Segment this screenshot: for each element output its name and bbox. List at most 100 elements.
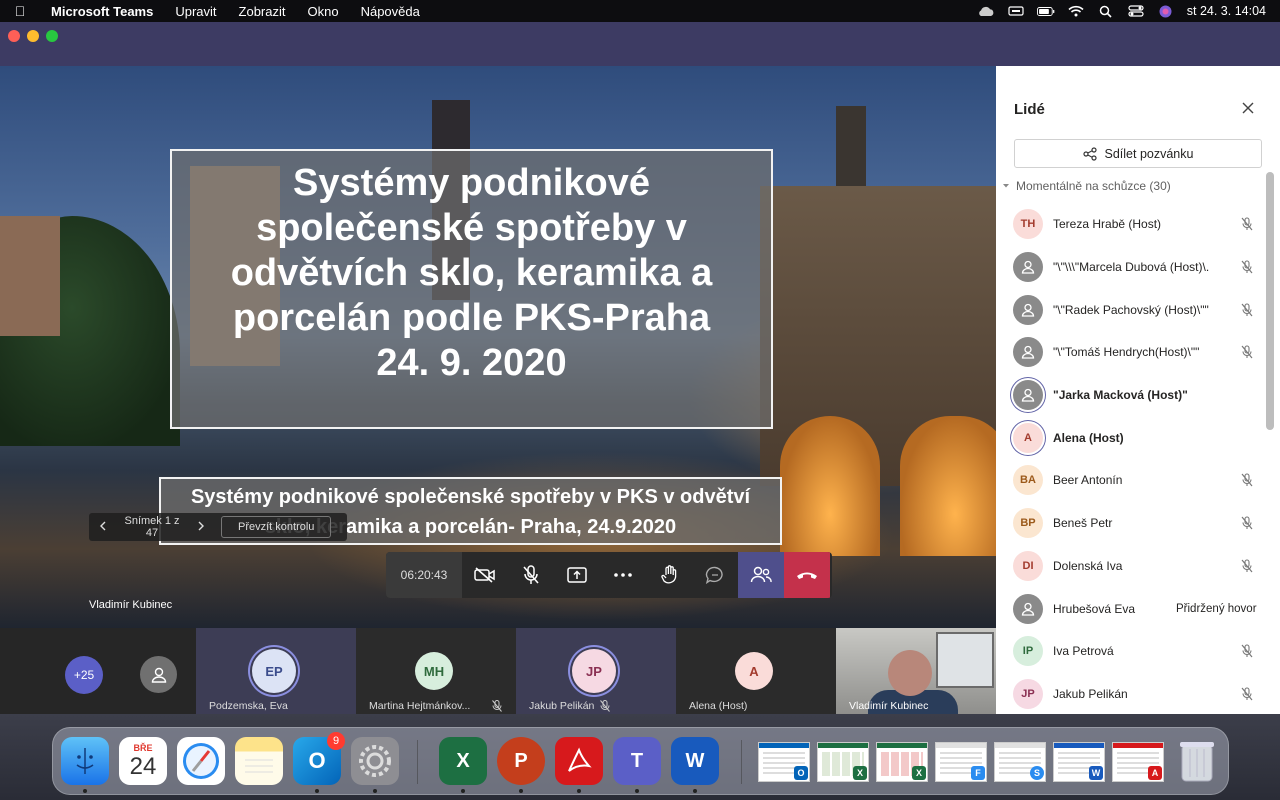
- minimized-window-thumbnail[interactable]: O: [758, 742, 810, 782]
- participant-tile[interactable]: A Alena (Host): [676, 628, 836, 714]
- participant-row[interactable]: Hrubešová Eva Přidržený hovor: [996, 587, 1266, 630]
- excel-icon[interactable]: X: [439, 737, 487, 785]
- participant-tile[interactable]: EP Podzemska, Eva: [196, 628, 356, 714]
- participant-row[interactable]: "\"Tomáš Hendrych(Host)\"": [996, 331, 1266, 374]
- generic-avatar[interactable]: [140, 656, 177, 693]
- acrobat-icon[interactable]: [555, 737, 603, 785]
- take-control-button[interactable]: Převzít kontrolu: [221, 516, 332, 538]
- menu-okno[interactable]: Okno: [297, 4, 350, 19]
- menu-upravit[interactable]: Upravit: [164, 4, 227, 19]
- show-participants-button[interactable]: [738, 552, 784, 598]
- search-icon[interactable]: [1097, 5, 1115, 18]
- minimized-window-thumbnail[interactable]: F: [935, 742, 987, 782]
- participant-row[interactable]: DI Dolenská Iva: [996, 545, 1266, 588]
- teams-title-bar: [0, 22, 1280, 66]
- excel-icon: X: [912, 766, 926, 780]
- participant-label: Martina Hejtmánkov...: [369, 700, 471, 712]
- trash-icon[interactable]: [1173, 737, 1221, 785]
- raise-hand-button[interactable]: [646, 552, 692, 598]
- share-icon: [1082, 146, 1097, 161]
- menu-napoveda[interactable]: Nápověda: [350, 4, 431, 19]
- more-participants-button[interactable]: +25: [65, 656, 103, 694]
- cloud-icon[interactable]: [977, 5, 995, 17]
- dock: BŘE 24 O 9 X P T W O X X F S W A: [52, 727, 1229, 795]
- calendar-day: 24: [129, 753, 157, 780]
- share-content-button[interactable]: [554, 552, 600, 598]
- running-indicator: [373, 789, 377, 793]
- participant-tile[interactable]: JP Jakub Pelikán: [516, 628, 676, 714]
- mic-off-icon: [1241, 473, 1253, 487]
- avatar: TH: [1013, 209, 1043, 240]
- zoom-window-button[interactable]: [46, 30, 58, 42]
- minimize-window-button[interactable]: [27, 30, 39, 42]
- slide-title-line: společenské spotřeby v: [256, 207, 687, 249]
- close-icon[interactable]: [1240, 100, 1256, 116]
- in-meeting-section-header[interactable]: Momentálně na schůzce (30): [1002, 179, 1171, 193]
- participant-row[interactable]: "Jarka Macková (Host)": [996, 374, 1266, 417]
- minimized-window-thumbnail[interactable]: X: [876, 742, 928, 782]
- close-window-button[interactable]: [8, 30, 20, 42]
- participant-label: Alena (Host): [689, 700, 748, 712]
- avatar: EP: [252, 649, 296, 693]
- mic-muted-button[interactable]: [508, 552, 554, 598]
- presenter-video-tile[interactable]: Vladimír Kubinec: [836, 628, 996, 714]
- avatar: JP: [572, 649, 616, 693]
- participant-row[interactable]: IP Iva Petrová: [996, 630, 1266, 673]
- participant-name: Tereza Hrabě (Host): [1053, 217, 1162, 232]
- battery-icon[interactable]: [1036, 5, 1055, 17]
- minimized-window-thumbnail[interactable]: S: [994, 742, 1046, 782]
- running-indicator: [693, 789, 697, 793]
- next-slide-button[interactable]: [187, 520, 215, 534]
- chevron-down-icon: [1003, 184, 1009, 188]
- running-indicator: [635, 789, 639, 793]
- section-label: Momentálně na schůzce (30): [1016, 179, 1171, 193]
- person-icon: [151, 667, 166, 683]
- presenter-name: Vladimír Kubinec: [89, 599, 173, 611]
- participant-row[interactable]: JP Jakub Pelikán: [996, 673, 1266, 716]
- outlook-badge: 9: [327, 732, 345, 750]
- control-center-icon[interactable]: [1127, 5, 1145, 17]
- camera-off-button[interactable]: [462, 552, 508, 598]
- participant-label: Jakub Pelikán: [529, 700, 595, 712]
- menu-zobrazit[interactable]: Zobrazit: [228, 4, 297, 19]
- minimized-window-thumbnail[interactable]: A: [1112, 742, 1164, 782]
- leave-call-button[interactable]: [784, 552, 830, 598]
- participant-row[interactable]: BP Beneš Petr: [996, 502, 1266, 545]
- avatar: IP: [1013, 636, 1043, 667]
- siri-icon[interactable]: [1157, 5, 1175, 17]
- safari-icon[interactable]: [177, 737, 225, 785]
- sound-icon[interactable]: [1007, 5, 1025, 17]
- clock[interactable]: st 24. 3. 14:04: [1187, 4, 1266, 18]
- wifi-icon[interactable]: [1067, 5, 1085, 17]
- participant-row[interactable]: BA Beer Antonín: [996, 459, 1266, 502]
- more-actions-button[interactable]: [600, 552, 646, 598]
- outlook-icon[interactable]: O 9: [293, 732, 345, 785]
- panel-scrollbar[interactable]: [1266, 172, 1274, 430]
- share-invite-button[interactable]: Sdílet pozvánku: [1014, 139, 1262, 168]
- word-icon[interactable]: W: [671, 737, 719, 785]
- participant-tile[interactable]: MH Martina Hejtmánkov...: [356, 628, 516, 714]
- slide-title-line: odvětvích sklo, keramika a: [230, 252, 713, 294]
- calendar-icon[interactable]: BŘE 24: [119, 737, 167, 785]
- apple-icon[interactable]: : [0, 3, 40, 19]
- share-tray-icon: [567, 567, 587, 583]
- mic-off-icon: [1241, 217, 1253, 231]
- minimized-window-thumbnail[interactable]: X: [817, 742, 869, 782]
- participant-row[interactable]: "\"\\\"Marcela Dubová (Host)\.: [996, 246, 1266, 289]
- avatar: BA: [1013, 465, 1043, 496]
- finder-icon[interactable]: [61, 737, 109, 785]
- participant-row[interactable]: A Alena (Host): [996, 416, 1266, 459]
- notes-icon[interactable]: [235, 737, 283, 785]
- system-preferences-icon[interactable]: [351, 737, 399, 785]
- participant-row[interactable]: TH Tereza Hrabě (Host): [996, 203, 1266, 246]
- participant-name: Dolenská Iva: [1053, 558, 1123, 573]
- menu-app-name[interactable]: Microsoft Teams: [40, 4, 164, 19]
- previous-slide-button[interactable]: [89, 520, 117, 534]
- chat-button[interactable]: [692, 552, 738, 598]
- person-icon: [1021, 260, 1035, 274]
- participant-row[interactable]: "\"Radek Pachovský (Host)\"": [996, 288, 1266, 331]
- avatar: [1013, 252, 1043, 283]
- powerpoint-icon[interactable]: P: [497, 737, 545, 785]
- minimized-window-thumbnail[interactable]: W: [1053, 742, 1105, 782]
- teams-icon[interactable]: T: [613, 737, 661, 785]
